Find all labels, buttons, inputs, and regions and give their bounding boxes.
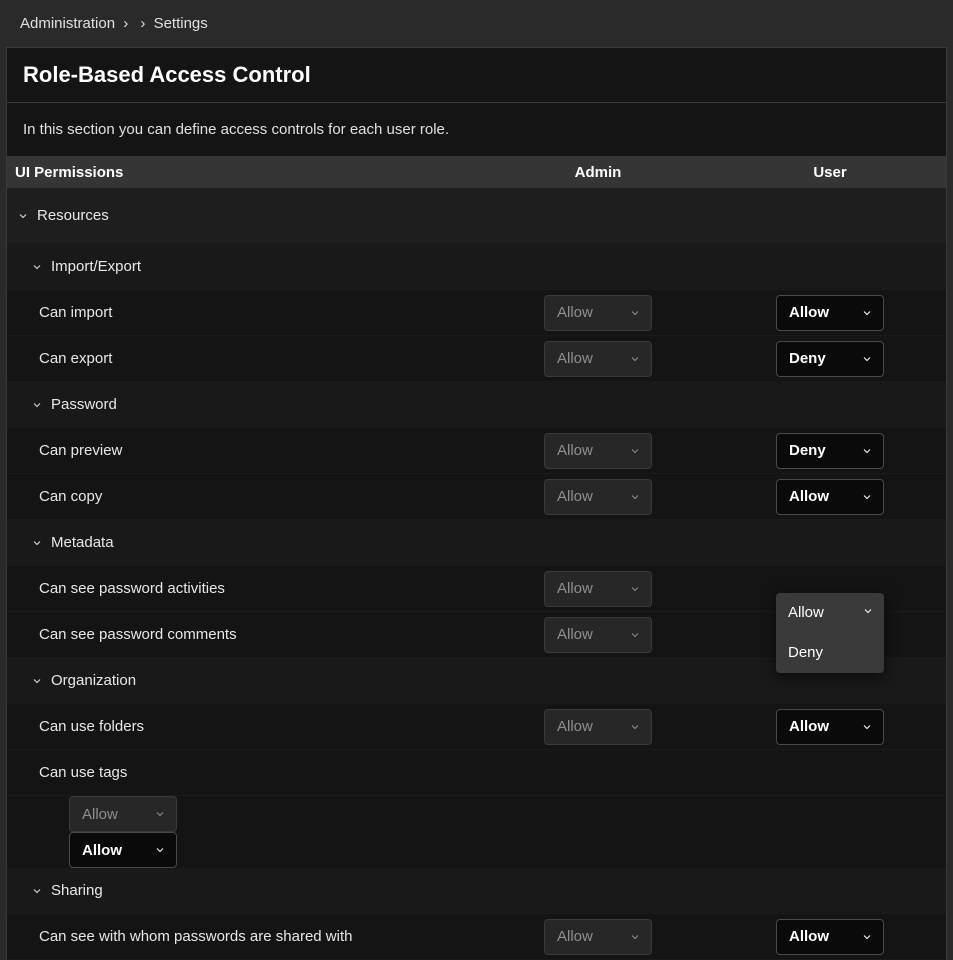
chevron-down-icon (861, 307, 873, 319)
breadcrumb-item-administration[interactable]: Administration (20, 15, 115, 32)
perm-can-see-password-activities: Can see password activities Allow Allow … (7, 566, 946, 612)
perm-label: Can copy (39, 488, 102, 505)
user-select-can-copy[interactable]: Allow (776, 479, 884, 515)
admin-select-can-see-password-comments[interactable]: Allow (544, 617, 652, 653)
header-ui-permissions: UI Permissions (7, 164, 482, 181)
chevron-down-icon (861, 353, 873, 365)
chevron-down-icon (29, 259, 45, 275)
dropdown-option-allow[interactable]: Allow (776, 593, 884, 633)
chevron-down-icon (629, 583, 641, 595)
permissions-table-header: UI Permissions Admin User (7, 156, 946, 188)
perm-can-use-tags: Can use tags (7, 750, 946, 796)
user-select-can-use-tags[interactable]: Allow (69, 832, 177, 868)
chevron-down-icon (29, 673, 45, 689)
user-select-can-use-folders[interactable]: Allow (776, 709, 884, 745)
breadcrumb: Administration › › Settings (0, 0, 953, 47)
admin-select-can-use-folders[interactable]: Allow (544, 709, 652, 745)
chevron-down-icon (861, 931, 873, 943)
section-resources[interactable]: Resources (7, 188, 946, 244)
subsection-import-export[interactable]: Import/Export (7, 244, 946, 290)
chevron-down-icon (629, 721, 641, 733)
perm-can-see-shared-with: Can see with whom passwords are shared w… (7, 914, 946, 960)
user-select-can-export[interactable]: Deny (776, 341, 884, 377)
subsection-password[interactable]: Password (7, 382, 946, 428)
chevron-down-icon (629, 491, 641, 503)
perm-label: Can see password activities (39, 580, 225, 597)
page-title: Role-Based Access Control (7, 48, 946, 103)
chevron-down-icon (154, 808, 166, 820)
perm-label: Can preview (39, 442, 122, 459)
subsection-label: Password (51, 396, 117, 413)
perm-can-copy: Can copy Allow Allow (7, 474, 946, 520)
perm-label: Can see with whom passwords are shared w… (39, 928, 352, 945)
user-select-can-import[interactable]: Allow (776, 295, 884, 331)
perm-can-import: Can import Allow Allow (7, 290, 946, 336)
admin-select-can-see-password-activities[interactable]: Allow (544, 571, 652, 607)
perm-can-use-folders: Can use folders Allow Allow (7, 704, 946, 750)
perm-label: Can import (39, 304, 112, 321)
perm-label: Can see password comments (39, 626, 237, 643)
admin-select-can-import[interactable]: Allow (544, 295, 652, 331)
user-select-dropdown-open[interactable]: Allow Deny (776, 593, 884, 673)
subsection-label: Sharing (51, 882, 103, 899)
chevron-down-icon (629, 307, 641, 319)
user-select-can-preview[interactable]: Deny (776, 433, 884, 469)
subsection-metadata[interactable]: Metadata (7, 520, 946, 566)
header-admin: Admin (482, 164, 714, 181)
rbac-panel: Role-Based Access Control In this sectio… (6, 47, 947, 960)
subsection-sharing[interactable]: Sharing (7, 868, 946, 914)
perm-label: Can use folders (39, 718, 144, 735)
chevron-down-icon (29, 883, 45, 899)
chevron-down-icon (154, 844, 166, 856)
chevron-down-icon (861, 491, 873, 503)
perm-label: Can use tags (39, 764, 127, 781)
chevron-down-icon (629, 931, 641, 943)
subsection-label: Metadata (51, 534, 114, 551)
chevron-down-icon (861, 721, 873, 733)
perm-can-export: Can export Allow Deny (7, 336, 946, 382)
admin-select-can-preview[interactable]: Allow (544, 433, 652, 469)
chevron-down-icon (629, 353, 641, 365)
chevron-down-icon (629, 629, 641, 641)
header-user: User (714, 164, 946, 181)
admin-select-can-use-tags[interactable]: Allow (69, 796, 177, 832)
chevron-down-icon (861, 445, 873, 457)
breadcrumb-item-settings[interactable]: Settings (154, 15, 208, 32)
admin-select-can-see-shared-with[interactable]: Allow (544, 919, 652, 955)
chevron-down-icon (15, 208, 31, 224)
admin-select-can-copy[interactable]: Allow (544, 479, 652, 515)
subsection-label: Organization (51, 672, 136, 689)
breadcrumb-separator: › (140, 15, 145, 32)
admin-select-can-export[interactable]: Allow (544, 341, 652, 377)
page-description: In this section you can define access co… (7, 103, 946, 156)
breadcrumb-separator: › (123, 15, 128, 32)
chevron-down-icon (862, 604, 874, 621)
user-select-can-see-shared-with[interactable]: Allow (776, 919, 884, 955)
chevron-down-icon (29, 535, 45, 551)
chevron-down-icon (629, 445, 641, 457)
section-label: Resources (37, 207, 109, 224)
permissions-body: Resources Import/Export Can import Allow (7, 188, 946, 868)
dropdown-option-deny[interactable]: Deny (776, 633, 884, 673)
perm-can-preview: Can preview Allow Deny (7, 428, 946, 474)
subsection-label: Import/Export (51, 258, 141, 275)
chevron-down-icon (29, 397, 45, 413)
perm-label: Can export (39, 350, 112, 367)
